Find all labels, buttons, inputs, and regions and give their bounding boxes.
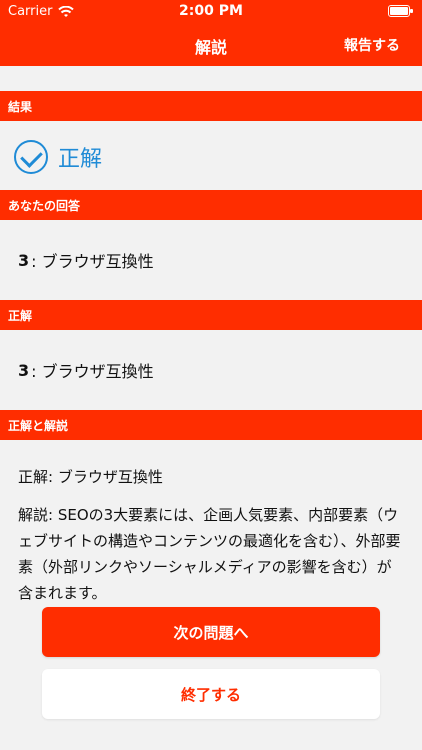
- status-bar: Carrier 2:00 PM: [0, 0, 422, 22]
- correct-answer-number: 3: [18, 360, 30, 380]
- your-answer-number: 3: [18, 250, 30, 270]
- report-button[interactable]: 報告する: [344, 35, 400, 55]
- battery-icon: [386, 5, 414, 17]
- your-answer-header: あなたの回答: [0, 190, 422, 220]
- explain-header: 正解と解説: [0, 410, 422, 440]
- correct-header: 正解: [0, 300, 422, 330]
- result-row: 正解: [0, 125, 422, 189]
- correct-answer-row: 3 : ブラウザ互換性: [0, 330, 422, 410]
- result-text: 正解: [58, 147, 103, 172]
- explanation-line-1: 正解: ブラウザ互換性: [18, 468, 163, 486]
- check-circle-icon: [14, 140, 48, 174]
- explanation-area: 正解: ブラウザ互換性 解説: SEOの3大要素には、企画人気要素、内部要素（ウ…: [0, 440, 422, 600]
- your-answer-text: : ブラウザ互換性: [31, 252, 154, 271]
- correct-answer-text: : ブラウザ互換性: [31, 362, 154, 381]
- status-time: 2:00 PM: [179, 3, 243, 19]
- result-header: 結果: [0, 91, 422, 121]
- your-answer-row: 3 : ブラウザ互換性: [0, 220, 422, 300]
- nav-bar: 解説 報告する: [0, 22, 422, 66]
- finish-button[interactable]: 終了する: [42, 669, 380, 719]
- explanation-line-2: 解説: SEOの3大要素には、企画人気要素、内部要素（ウェブサイトの構造やコンテ…: [18, 506, 401, 600]
- next-question-button[interactable]: 次の問題へ: [42, 607, 380, 657]
